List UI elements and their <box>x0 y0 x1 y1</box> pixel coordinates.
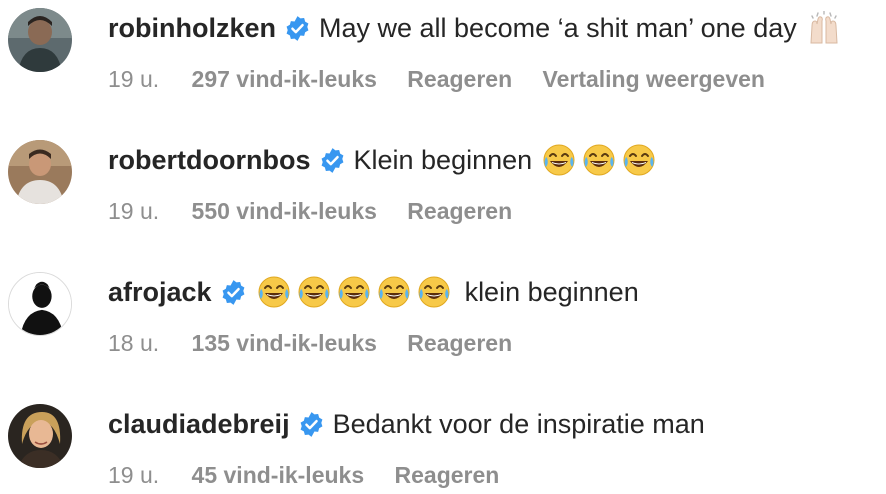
comment-timestamp[interactable]: 18 u. <box>108 330 159 356</box>
avatar[interactable] <box>8 404 72 468</box>
verified-badge-icon <box>220 279 247 306</box>
avatar[interactable] <box>8 272 72 336</box>
tears-of-joy-emoji <box>257 275 291 309</box>
verified-badge-icon <box>319 147 346 174</box>
tears-of-joy-emoji <box>582 143 616 177</box>
reply-button[interactable]: Reageren <box>407 66 512 92</box>
comment-line: robinholzken May we all become ‘a shit m… <box>108 8 878 48</box>
comment-text: Klein beginnen <box>353 145 533 175</box>
tears-of-joy-emoji <box>622 143 656 177</box>
emoji-group <box>542 143 662 177</box>
likes-count-button[interactable]: 135 vind-ik-leuks <box>192 330 377 356</box>
reply-button[interactable]: Reageren <box>407 198 512 224</box>
comment-body: claudiadebreij Bedankt voor de inspirati… <box>108 404 878 490</box>
comment-text: May we all become ‘a shit man’ one day <box>319 13 797 43</box>
comment-meta: 19 u. 550 vind-ik-leuks Reageren <box>108 196 878 226</box>
reply-button[interactable]: Reageren <box>395 462 500 488</box>
comment-timestamp[interactable]: 19 u. <box>108 198 159 224</box>
comment-item: robertdoornbos Klein beginnen 19 u. 550 … <box>8 140 878 250</box>
comment-body: robertdoornbos Klein beginnen 19 u. 550 … <box>108 140 878 226</box>
raised-hands-emoji <box>807 11 841 45</box>
comment-username[interactable]: robinholzken <box>108 8 276 48</box>
comment-text: Bedankt voor de inspiratie man <box>332 409 705 439</box>
comment-body: afrojack klein beginnen 18 u. 135 vind-i… <box>108 272 878 358</box>
comment-meta: 19 u. 297 vind-ik-leuks Reageren Vertali… <box>108 64 878 94</box>
verified-badge-icon <box>298 411 325 438</box>
verified-badge-icon <box>284 15 311 42</box>
comment-timestamp[interactable]: 19 u. <box>108 462 159 488</box>
comment-line: claudiadebreij Bedankt voor de inspirati… <box>108 404 878 444</box>
comment-username[interactable]: afrojack <box>108 272 212 312</box>
comment-username[interactable]: claudiadebreij <box>108 404 290 444</box>
comment-item: afrojack klein beginnen 18 u. 135 vind-i… <box>8 272 878 382</box>
comment-text: klein beginnen <box>464 277 639 307</box>
emoji-group <box>257 275 457 309</box>
likes-count-button[interactable]: 297 vind-ik-leuks <box>192 66 377 92</box>
comment-line: afrojack klein beginnen <box>108 272 878 312</box>
reply-button[interactable]: Reageren <box>407 330 512 356</box>
avatar[interactable] <box>8 8 72 72</box>
likes-count-button[interactable]: 550 vind-ik-leuks <box>192 198 377 224</box>
comment-meta: 18 u. 135 vind-ik-leuks Reageren <box>108 328 878 358</box>
tears-of-joy-emoji <box>417 275 451 309</box>
comment-timestamp[interactable]: 19 u. <box>108 66 159 92</box>
tears-of-joy-emoji <box>377 275 411 309</box>
translate-button[interactable]: Vertaling weergeven <box>543 66 765 92</box>
avatar[interactable] <box>8 140 72 204</box>
tears-of-joy-emoji <box>542 143 576 177</box>
comment-line: robertdoornbos Klein beginnen <box>108 140 878 180</box>
comment-body: robinholzken May we all become ‘a shit m… <box>108 8 878 94</box>
tears-of-joy-emoji <box>297 275 331 309</box>
comment-username[interactable]: robertdoornbos <box>108 140 311 180</box>
tears-of-joy-emoji <box>337 275 371 309</box>
comment-item: robinholzken May we all become ‘a shit m… <box>8 8 878 118</box>
likes-count-button[interactable]: 45 vind-ik-leuks <box>192 462 365 488</box>
comment-item: claudiadebreij Bedankt voor de inspirati… <box>8 404 878 494</box>
comment-meta: 19 u. 45 vind-ik-leuks Reageren <box>108 460 878 490</box>
